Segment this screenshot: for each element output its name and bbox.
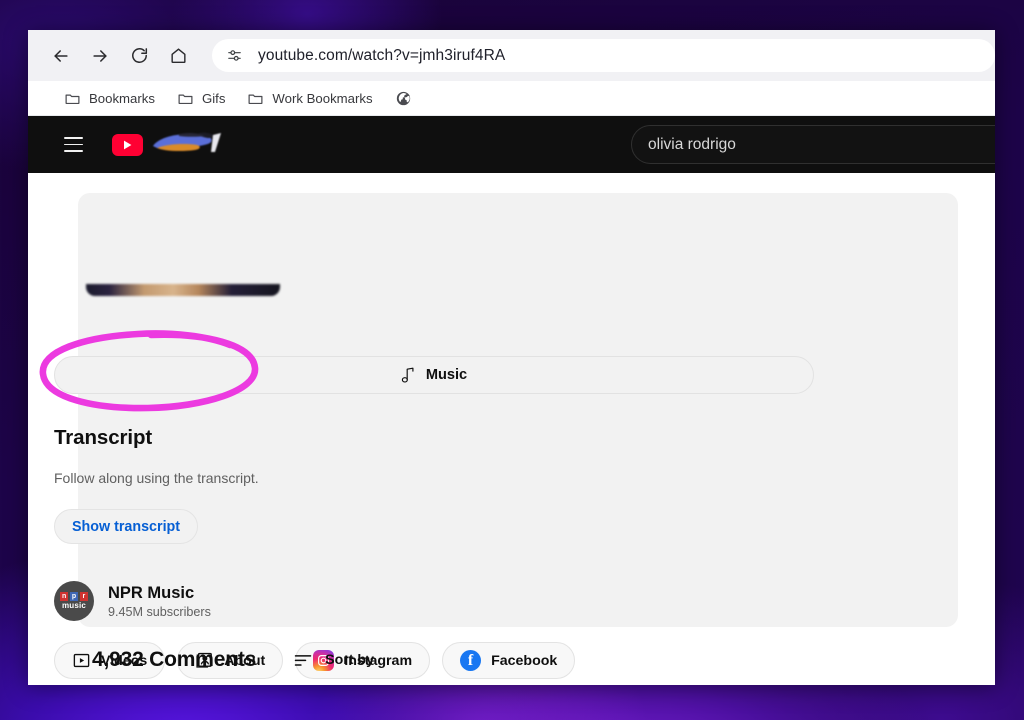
folder-icon <box>64 90 81 107</box>
video-thumbnail-sliver <box>86 284 280 296</box>
avatar-tile-p: p <box>69 592 79 601</box>
bookmark-gifs[interactable]: Gifs <box>177 90 225 107</box>
forward-button[interactable] <box>83 39 117 73</box>
bookmark-label: Work Bookmarks <box>272 90 373 106</box>
youtube-logo[interactable] <box>112 130 227 160</box>
music-info-chip[interactable]: Music <box>54 356 814 394</box>
youtube-search-area: olivia rodrigo <box>631 125 995 164</box>
avatar-letter-tiles: n p r <box>59 592 89 601</box>
forward-arrow-icon <box>93 49 107 62</box>
sort-by-label: Sort by <box>325 652 374 668</box>
sort-by-button[interactable]: Sort by <box>293 652 374 668</box>
bookmark-label: Gifs <box>201 90 226 106</box>
home-icon <box>170 48 186 64</box>
chip-label: Facebook <box>491 652 558 669</box>
bookmark-bookmarks[interactable]: Bookmarks <box>64 90 155 107</box>
bookmarks-bar: Bookmarks Gifs Work Bookmarks <box>28 81 995 116</box>
bookmark-globe-shortcut[interactable] <box>395 90 420 107</box>
back-arrow-icon <box>54 49 68 62</box>
youtube-header: olivia rodrigo <box>28 116 995 173</box>
folder-icon <box>177 90 194 107</box>
music-note-icon <box>401 367 416 384</box>
transcript-description: Follow along using the transcript. <box>54 470 259 486</box>
browser-window: youtube.com/watch?v=jmh3iruf4RA Bookmark… <box>28 30 995 685</box>
channel-subscriber-count: 9.45M subscribers <box>108 605 211 620</box>
folder-icon <box>247 90 264 107</box>
reload-icon <box>131 48 147 63</box>
youtube-page: olivia rodrigo Music Transcript Follow a… <box>28 116 995 685</box>
show-transcript-button[interactable]: Show transcript <box>54 509 199 544</box>
comments-count: 4,932 Comments <box>92 648 257 671</box>
browser-toolbar: youtube.com/watch?v=jmh3iruf4RA <box>28 30 995 81</box>
show-transcript-label: Show transcript <box>72 518 181 535</box>
video-description-card <box>78 193 958 627</box>
avatar-subtext: music <box>61 601 87 610</box>
search-input[interactable]: olivia rodrigo <box>631 125 995 164</box>
hamburger-menu-icon[interactable] <box>54 126 92 164</box>
channel-info-row[interactable]: n p r music NPR Music 9.45M subscribers <box>54 581 211 621</box>
music-chip-label: Music <box>425 367 468 383</box>
bookmark-label: Bookmarks <box>89 90 155 106</box>
site-settings-tune-icon <box>227 50 241 61</box>
address-bar-url[interactable]: youtube.com/watch?v=jmh3iruf4RA <box>258 47 505 65</box>
comments-header: 4,932 Comments Sort by <box>92 648 374 672</box>
site-settings-button[interactable] <box>221 43 247 69</box>
youtube-logo-icon <box>112 133 143 156</box>
youtube-content: Music Transcript Follow along using the … <box>28 173 995 685</box>
back-button[interactable] <box>44 39 78 73</box>
address-bar[interactable]: youtube.com/watch?v=jmh3iruf4RA <box>212 39 995 72</box>
avatar-tile-r: r <box>79 592 89 601</box>
chip-facebook[interactable]: f Facebook <box>442 642 576 679</box>
youtube-doodle-icon <box>149 130 227 160</box>
sort-lines-icon <box>293 652 313 668</box>
channel-meta: NPR Music 9.45M subscribers <box>108 583 211 620</box>
reload-button[interactable] <box>122 39 156 73</box>
transcript-heading: Transcript <box>54 426 153 449</box>
npr-music-avatar: n p r music <box>54 581 94 621</box>
avatar-tile-n: n <box>59 592 69 601</box>
video-play-icon <box>72 651 91 670</box>
search-input-value[interactable]: olivia rodrigo <box>648 136 736 154</box>
channel-name[interactable]: NPR Music <box>108 583 211 604</box>
globe-icon <box>395 90 412 107</box>
facebook-icon: f <box>460 650 482 671</box>
bookmark-work-bookmarks[interactable]: Work Bookmarks <box>247 90 373 107</box>
home-button[interactable] <box>161 39 195 73</box>
